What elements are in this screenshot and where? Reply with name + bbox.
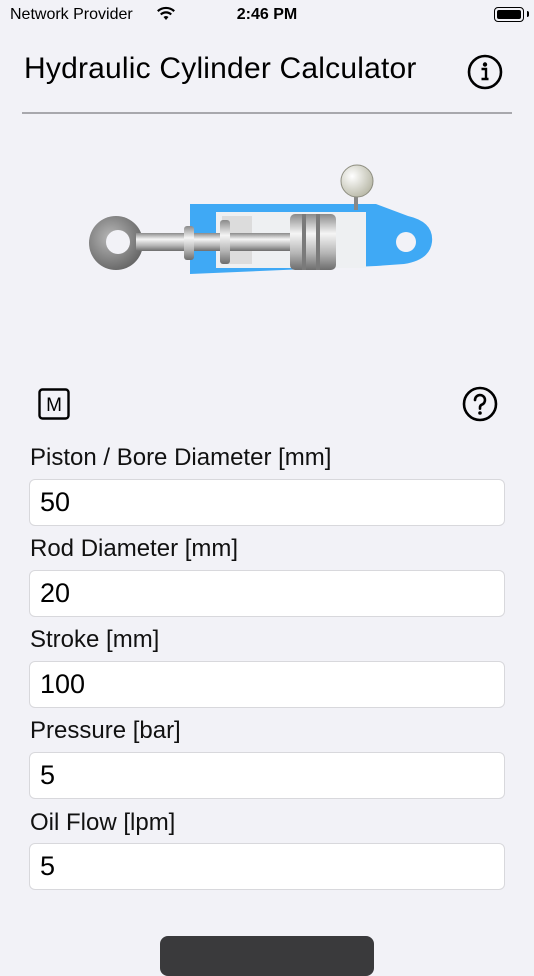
page-title: Hydraulic Cylinder Calculator <box>24 52 417 85</box>
piston-diameter-label: Piston / Bore Diameter [mm] <box>30 444 332 471</box>
battery-icon <box>494 7 524 22</box>
m-button-label: M <box>46 395 62 416</box>
status-time: 2:46 PM <box>236 6 298 23</box>
info-circle-icon[interactable] <box>467 54 503 90</box>
header-divider <box>22 112 512 114</box>
stroke-input[interactable] <box>29 661 505 708</box>
rod-diameter-label: Rod Diameter [mm] <box>30 535 239 562</box>
oil-flow-label: Oil Flow [lpm] <box>30 809 176 836</box>
stroke-label: Stroke [mm] <box>30 626 160 653</box>
pressure-input[interactable] <box>29 752 505 799</box>
hydraulic-cylinder-illustration <box>89 164 433 274</box>
status-bar: Network Provider 2:46 PM <box>0 0 534 30</box>
pressure-label: Pressure [bar] <box>30 717 181 744</box>
piston-diameter-input[interactable] <box>29 479 505 526</box>
units-toggle-button[interactable]: M <box>38 388 70 420</box>
rod-diameter-input[interactable] <box>29 570 505 617</box>
calculate-button[interactable] <box>160 936 374 976</box>
question-circle-icon[interactable] <box>462 386 498 422</box>
oil-flow-input[interactable] <box>29 843 505 890</box>
